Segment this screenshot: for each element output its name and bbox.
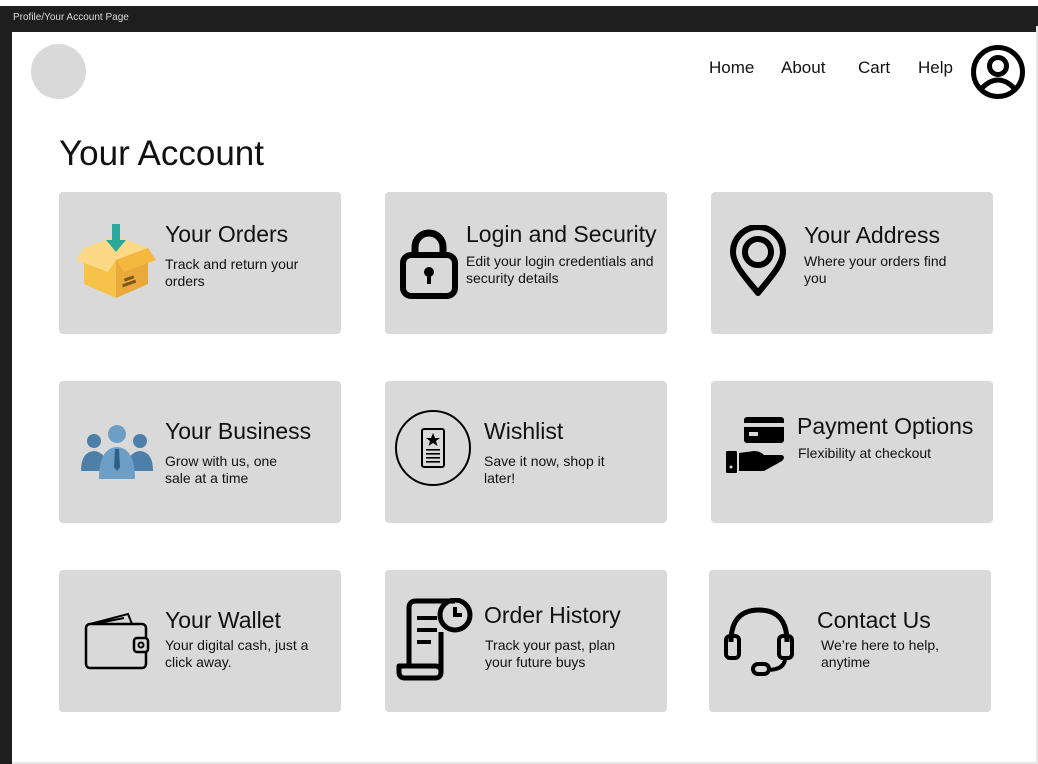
nav-about-link[interactable]: About bbox=[781, 58, 825, 78]
card-description: Flexibility at checkout bbox=[798, 445, 932, 461]
card-payment-options[interactable]: Payment Options Flexibility at checkout bbox=[711, 381, 993, 523]
business-people-icon bbox=[79, 423, 155, 479]
card-description: Your digital cash, just a click away. bbox=[165, 637, 309, 670]
card-title: Your Orders bbox=[165, 221, 289, 247]
card-description: Grow with us, one sale at a time bbox=[165, 453, 278, 486]
lock-icon bbox=[400, 227, 458, 299]
headset-icon bbox=[723, 604, 795, 676]
card-title: Wishlist bbox=[484, 418, 564, 444]
card-title: Login and Security bbox=[466, 221, 657, 247]
frame-left-border bbox=[0, 26, 12, 764]
user-circle-icon[interactable] bbox=[970, 44, 1026, 100]
page-title: Your Account bbox=[59, 134, 264, 173]
frame-label: Profile/Your Account Page bbox=[13, 12, 129, 23]
nav-cart-link[interactable]: Cart bbox=[858, 58, 890, 78]
scroll-clock-icon bbox=[395, 598, 475, 682]
card-title: Order History bbox=[484, 602, 621, 628]
card-wishlist[interactable]: Wishlist Save it now, shop it later! bbox=[385, 381, 667, 523]
card-description: Track and return your orders bbox=[165, 256, 299, 289]
card-description: We’re here to help, anytime bbox=[821, 637, 940, 670]
card-your-address[interactable]: Your Address Where your orders find you bbox=[711, 192, 993, 334]
frame-title-bar: Profile/Your Account Page bbox=[0, 0, 1038, 32]
card-title: Your Address bbox=[804, 222, 940, 248]
card-title: Your Business bbox=[165, 418, 312, 444]
card-login-security[interactable]: Login and Security Edit your login crede… bbox=[385, 192, 667, 334]
card-description: Where your orders find you bbox=[804, 253, 947, 286]
card-description: Edit your login credentials and security… bbox=[466, 253, 654, 286]
top-nav: Home About Cart Help bbox=[0, 58, 1038, 82]
nav-help-link[interactable]: Help bbox=[918, 58, 953, 78]
card-description: Track your past, plan your future buys bbox=[485, 637, 616, 670]
nav-home-link[interactable]: Home bbox=[709, 58, 754, 78]
card-your-business[interactable]: Your Business Grow with us, one sale at … bbox=[59, 381, 341, 523]
package-box-icon bbox=[76, 222, 156, 302]
card-order-history[interactable]: Order History Track your past, plan your… bbox=[385, 570, 667, 712]
card-in-hand-icon bbox=[724, 415, 786, 477]
card-your-wallet[interactable]: Your Wallet Your digital cash, just a cl… bbox=[59, 570, 341, 712]
card-your-orders[interactable]: Your Orders Track and return your orders bbox=[59, 192, 341, 334]
card-contact-us[interactable]: Contact Us We’re here to help, anytime bbox=[709, 570, 991, 712]
card-title: Contact Us bbox=[817, 607, 931, 633]
card-description: Save it now, shop it later! bbox=[484, 453, 605, 486]
wallet-icon bbox=[84, 610, 152, 672]
card-title: Payment Options bbox=[797, 413, 974, 439]
location-pin-icon bbox=[729, 225, 787, 297]
card-title: Your Wallet bbox=[165, 607, 281, 633]
wishlist-receipt-icon bbox=[394, 409, 472, 487]
